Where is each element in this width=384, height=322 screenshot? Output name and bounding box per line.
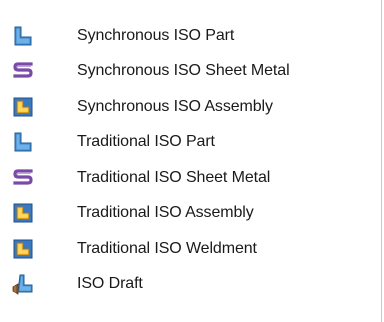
assembly-icon xyxy=(12,202,34,224)
part-icon xyxy=(12,25,34,47)
menu-item-label: Traditional ISO Assembly xyxy=(77,204,254,222)
menu-item-traditional-iso-assembly[interactable]: Traditional ISO Assembly xyxy=(0,196,380,232)
sheet-metal-icon xyxy=(12,167,34,189)
sheet-metal-icon xyxy=(12,60,34,82)
menu-item-label: Traditional ISO Weldment xyxy=(77,239,257,257)
assembly-icon xyxy=(12,96,34,118)
template-menu: Synchronous ISO Part Synchronous ISO She… xyxy=(0,0,382,322)
menu-item-traditional-iso-part[interactable]: Traditional ISO Part xyxy=(0,125,380,161)
menu-item-label: Synchronous ISO Part xyxy=(77,26,235,44)
menu-item-traditional-iso-weldment[interactable]: Traditional ISO Weldment xyxy=(0,231,380,267)
menu-item-label: Synchronous ISO Assembly xyxy=(77,97,273,115)
weldment-icon xyxy=(12,238,34,260)
menu-item-synchronous-iso-assembly[interactable]: Synchronous ISO Assembly xyxy=(0,89,380,125)
menu-item-label: ISO Draft xyxy=(77,275,143,293)
draft-icon xyxy=(12,273,34,295)
menu-item-label: Traditional ISO Part xyxy=(77,133,215,151)
template-list: Synchronous ISO Part Synchronous ISO She… xyxy=(0,18,380,302)
menu-item-label: Synchronous ISO Sheet Metal xyxy=(77,62,290,80)
part-icon xyxy=(12,131,34,153)
menu-item-label: Traditional ISO Sheet Metal xyxy=(77,168,271,186)
menu-item-synchronous-iso-sheet-metal[interactable]: Synchronous ISO Sheet Metal xyxy=(0,54,380,90)
menu-item-synchronous-iso-part[interactable]: Synchronous ISO Part xyxy=(0,18,380,54)
menu-item-traditional-iso-sheet-metal[interactable]: Traditional ISO Sheet Metal xyxy=(0,160,380,196)
menu-item-iso-draft[interactable]: ISO Draft xyxy=(0,267,380,303)
